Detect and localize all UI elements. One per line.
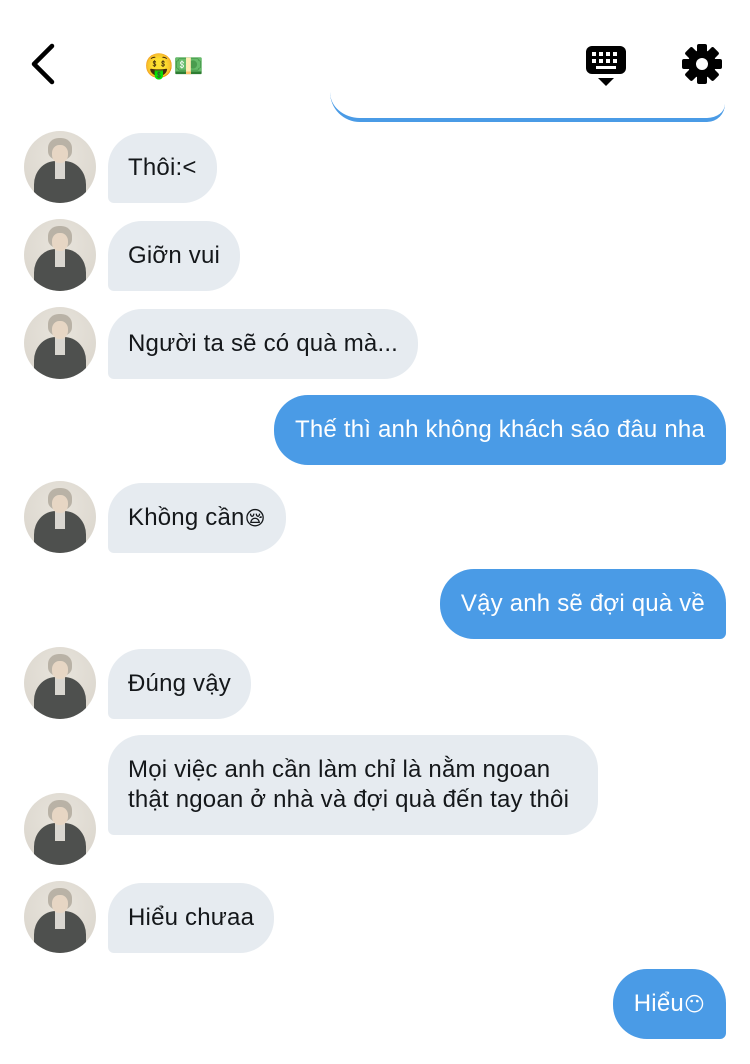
avatar[interactable] bbox=[24, 647, 96, 719]
avatar[interactable] bbox=[24, 793, 96, 865]
message-text: Hiểu bbox=[633, 990, 684, 1017]
sleepy-face-emoji: 😪 bbox=[244, 506, 266, 530]
avatar[interactable] bbox=[24, 131, 96, 203]
message-bubble-incoming[interactable]: Giỡn vui bbox=[108, 221, 241, 291]
message-bubble-incoming[interactable]: Đúng vậy bbox=[108, 649, 251, 719]
message-text: Hiểu chưaa bbox=[128, 904, 255, 931]
message-text: Người ta sẽ có quà mà... bbox=[128, 330, 399, 357]
message-text: Giỡn vui bbox=[128, 242, 221, 269]
avatar[interactable] bbox=[24, 881, 96, 953]
message-bubble-outgoing[interactable]: Thế thì anh không khách sáo đâu nha bbox=[274, 395, 726, 465]
message-text: Thôi:< bbox=[128, 154, 197, 181]
message-text: Đúng vậy bbox=[128, 670, 231, 697]
avatar[interactable] bbox=[24, 219, 96, 291]
message-bubble-incoming[interactable]: Người ta sẽ có quà mà... bbox=[108, 309, 419, 379]
message-bubble-incoming[interactable]: Hiểu chưaa bbox=[108, 883, 275, 953]
chevron-left-icon bbox=[31, 43, 55, 85]
message-bubble-incoming[interactable]: Mọi việc anh cần làm chỉ là nằm ngoan th… bbox=[108, 735, 598, 835]
message-bubble-incoming[interactable]: Thôi:< bbox=[108, 133, 217, 203]
back-button[interactable] bbox=[24, 40, 64, 88]
message-bubble-incoming[interactable]: Khồng cần😪 bbox=[108, 483, 286, 553]
avatar[interactable] bbox=[24, 307, 96, 379]
message-bubble-outgoing[interactable]: Hiểu😶 bbox=[612, 969, 726, 1039]
conversation-title[interactable]: 🤑💵 bbox=[144, 50, 204, 82]
previous-message-bubble bbox=[330, 70, 725, 122]
message-text: Mọi việc anh cần làm chỉ là nằm ngoan th… bbox=[128, 756, 570, 813]
message-text: Thế thì anh không khách sáo đâu nha bbox=[295, 416, 705, 443]
message-text: Vậy anh sẽ đợi quà về bbox=[460, 590, 705, 617]
message-text: Khồng cần bbox=[128, 504, 245, 531]
message-bubble-outgoing[interactable]: Vậy anh sẽ đợi quà về bbox=[439, 569, 726, 639]
face-without-mouth-emoji: 😶 bbox=[683, 992, 705, 1016]
avatar[interactable] bbox=[24, 481, 96, 553]
